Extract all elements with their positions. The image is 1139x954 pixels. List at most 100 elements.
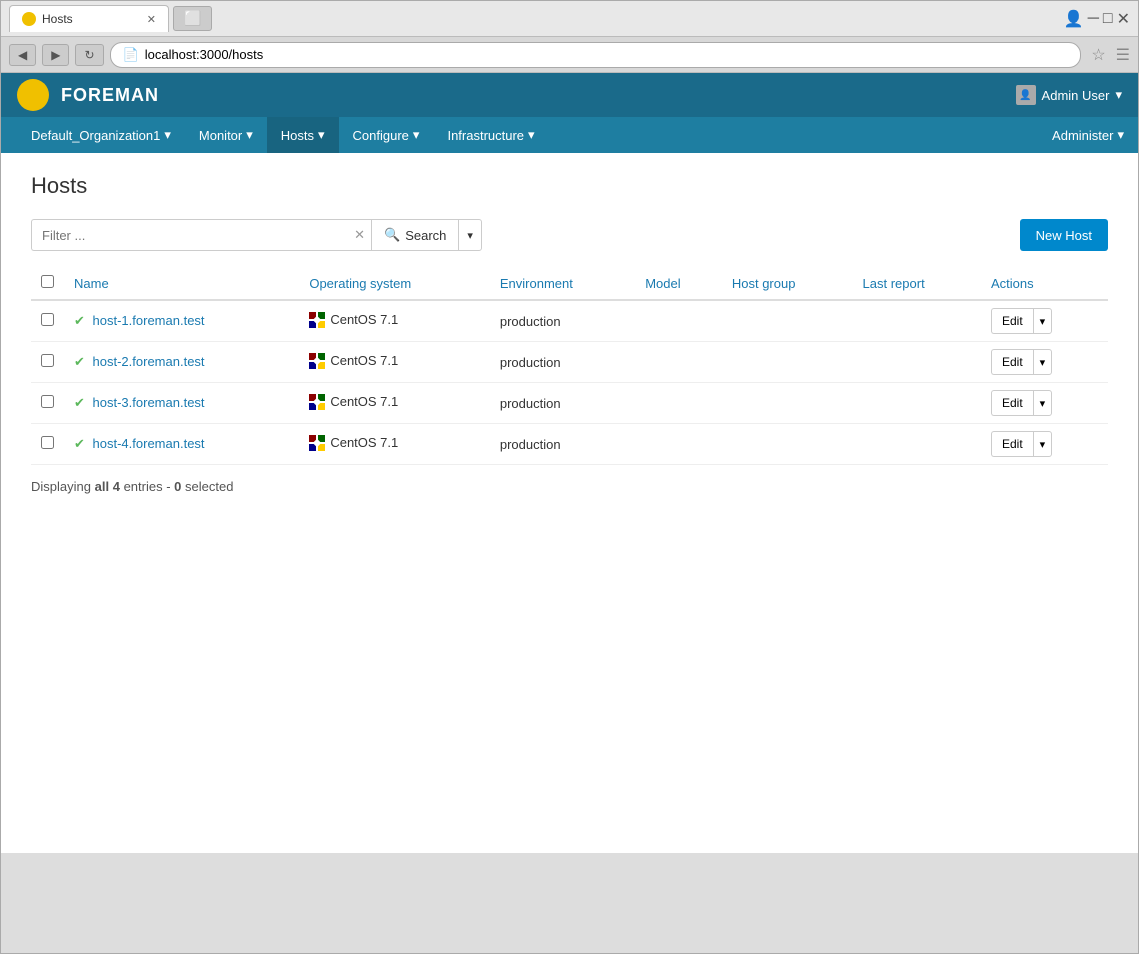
row-checkbox[interactable]	[41, 354, 54, 367]
edit-button[interactable]: Edit	[991, 349, 1033, 375]
edit-button[interactable]: Edit	[991, 308, 1033, 334]
row-os-cell: CentOS 7.1	[299, 383, 490, 424]
brand-name: FOREMAN	[61, 85, 159, 106]
row-checkbox-cell	[31, 342, 64, 383]
search-button[interactable]: 🔍 Search	[371, 219, 458, 251]
mainnav-monitor[interactable]: Monitor ▾	[185, 117, 267, 153]
os-name: CentOS 7.1	[330, 435, 398, 450]
centos-icon	[309, 435, 325, 451]
user-icon[interactable]: 👤	[1064, 9, 1084, 29]
filter-input-wrap: ✕	[31, 219, 371, 251]
status-selected-text: selected	[185, 479, 233, 494]
row-host-group-cell	[722, 383, 853, 424]
table-row: ✔ host-3.foreman.test CentOS 7.1 product…	[31, 383, 1108, 424]
row-host-group-cell	[722, 424, 853, 465]
host-link[interactable]: host-1.foreman.test	[93, 313, 205, 328]
col-os[interactable]: Operating system	[299, 267, 490, 300]
forward-button[interactable]: ▶	[42, 44, 69, 66]
table-row: ✔ host-2.foreman.test CentOS 7.1 product…	[31, 342, 1108, 383]
host-link[interactable]: host-4.foreman.test	[93, 436, 205, 451]
user-name: Admin User	[1042, 88, 1110, 103]
table-row: ✔ host-1.foreman.test CentOS 7.1 product…	[31, 300, 1108, 342]
environment-value: production	[500, 437, 561, 452]
edit-button[interactable]: Edit	[991, 431, 1033, 457]
hosts-table: Name Operating system Environment Model	[31, 267, 1108, 465]
mainnav-infrastructure[interactable]: Infrastructure ▾	[433, 117, 548, 153]
status-prefix: Displaying	[31, 479, 91, 494]
browser-tab[interactable]: Hosts ✕	[9, 5, 169, 32]
row-model-cell	[635, 342, 722, 383]
row-checkbox[interactable]	[41, 436, 54, 449]
administer-label: Administer	[1052, 128, 1113, 143]
status-bar: Displaying all 4 entries - 0 selected	[31, 479, 1108, 494]
edit-dropdown-button[interactable]: ▾	[1033, 431, 1053, 457]
row-actions-cell: Edit ▾	[981, 383, 1108, 424]
search-dropdown-button[interactable]: ▾	[458, 219, 482, 251]
administer-caret: ▾	[1117, 127, 1124, 143]
filter-clear-icon[interactable]: ✕	[354, 227, 365, 243]
mainnav-hosts[interactable]: Hosts ▾	[267, 117, 339, 153]
close-button[interactable]: ✕	[1117, 9, 1130, 29]
status-ok-icon: ✔	[74, 313, 85, 328]
mainnav-organization[interactable]: Default_Organization1 ▾	[17, 117, 185, 153]
tab-title: Hosts	[42, 12, 73, 26]
hosts-nav-label: Hosts	[281, 128, 314, 143]
row-os-cell: CentOS 7.1	[299, 300, 490, 342]
environment-value: production	[500, 355, 561, 370]
edit-dropdown-button[interactable]: ▾	[1033, 349, 1053, 375]
os-cell: CentOS 7.1	[309, 394, 398, 410]
browser-menu-icon[interactable]: ☰	[1116, 45, 1130, 65]
col-last-report[interactable]: Last report	[853, 267, 981, 300]
host-link[interactable]: host-2.foreman.test	[93, 354, 205, 369]
row-os-cell: CentOS 7.1	[299, 424, 490, 465]
organization-label: Default_Organization1	[31, 128, 160, 143]
row-actions-cell: Edit ▾	[981, 300, 1108, 342]
select-all-checkbox[interactable]	[41, 275, 54, 288]
page-title: Hosts	[31, 173, 1108, 199]
col-model[interactable]: Model	[635, 267, 722, 300]
user-menu[interactable]: 👤 Admin User ▾	[1016, 85, 1122, 105]
environment-value: production	[500, 314, 561, 329]
app-container: FOREMAN 👤 Admin User ▾ Default_Organizat…	[1, 73, 1138, 853]
tab-close-button[interactable]: ✕	[147, 13, 156, 26]
host-link[interactable]: host-3.foreman.test	[93, 395, 205, 410]
edit-dropdown-button[interactable]: ▾	[1033, 390, 1053, 416]
row-checkbox-cell	[31, 424, 64, 465]
bookmark-icon[interactable]: ☆	[1091, 45, 1105, 65]
search-icon: 🔍	[384, 227, 400, 243]
row-actions-cell: Edit ▾	[981, 342, 1108, 383]
status-selected-count: 0	[174, 479, 181, 494]
monitor-label: Monitor	[199, 128, 242, 143]
maximize-button[interactable]: □	[1103, 10, 1113, 28]
filter-input[interactable]	[31, 219, 371, 251]
col-environment[interactable]: Environment	[490, 267, 635, 300]
row-checkbox[interactable]	[41, 395, 54, 408]
table-header-row: Name Operating system Environment Model	[31, 267, 1108, 300]
url-input[interactable]	[145, 47, 1069, 62]
new-tab-button[interactable]: ⬜	[173, 6, 212, 31]
col-name[interactable]: Name	[64, 267, 299, 300]
mainnav-administer[interactable]: Administer ▾	[1038, 117, 1138, 153]
row-model-cell	[635, 300, 722, 342]
address-bar[interactable]: 📄	[110, 42, 1082, 68]
status-count: 4	[113, 479, 120, 494]
row-checkbox[interactable]	[41, 313, 54, 326]
col-host-group[interactable]: Host group	[722, 267, 853, 300]
os-name: CentOS 7.1	[330, 312, 398, 327]
row-environment-cell: production	[490, 300, 635, 342]
mainnav-configure[interactable]: Configure ▾	[339, 117, 434, 153]
edit-dropdown-button[interactable]: ▾	[1033, 308, 1053, 334]
status-ok-icon: ✔	[74, 395, 85, 410]
table-row: ✔ host-4.foreman.test CentOS 7.1 product…	[31, 424, 1108, 465]
reload-button[interactable]: ↻	[75, 44, 103, 66]
back-button[interactable]: ◀	[9, 44, 36, 66]
monitor-caret: ▾	[246, 127, 253, 143]
actions-cell: Edit ▾	[991, 390, 1098, 416]
edit-button[interactable]: Edit	[991, 390, 1033, 416]
new-host-button[interactable]: New Host	[1020, 219, 1108, 251]
centos-icon	[309, 353, 325, 369]
row-name-cell: ✔ host-2.foreman.test	[64, 342, 299, 383]
minimize-button[interactable]: ─	[1088, 10, 1099, 28]
browser-window: Hosts ✕ ⬜ 👤 ─ □ ✕ ◀ ▶ ↻ 📄 ☆ ☰ FOREMAN	[0, 0, 1139, 954]
search-bar: ✕ 🔍 Search ▾ New Host	[31, 219, 1108, 251]
